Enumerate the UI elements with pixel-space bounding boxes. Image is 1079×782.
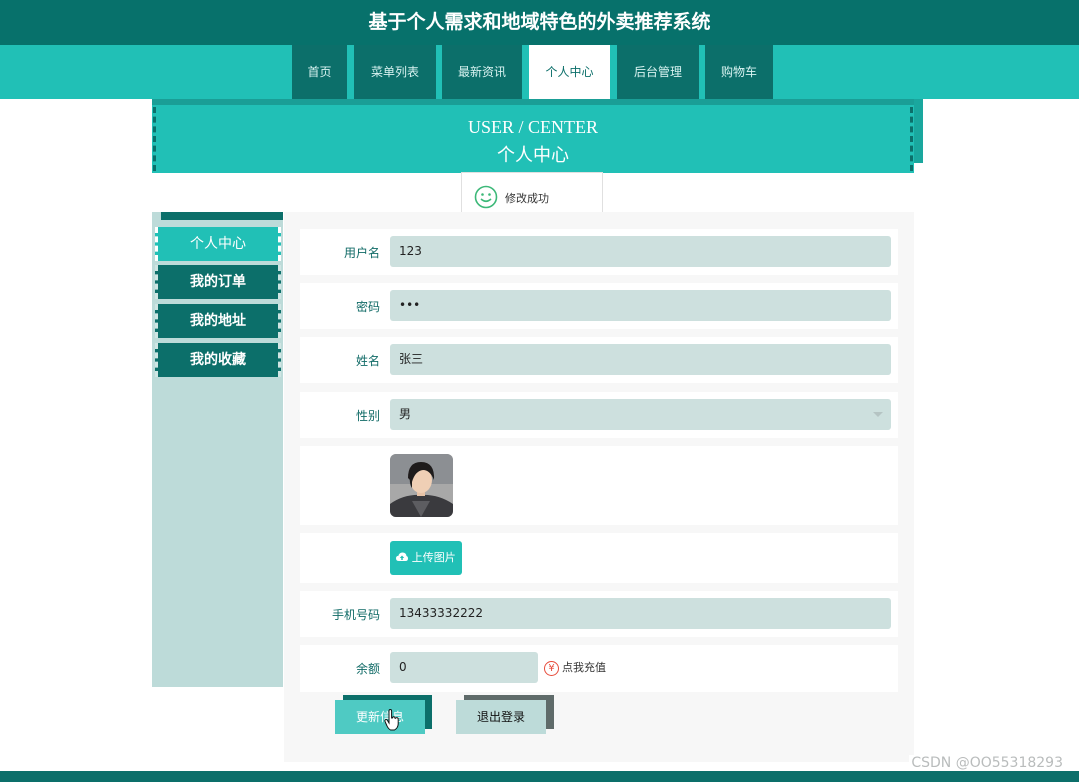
- phone-label: 手机号码: [331, 608, 380, 622]
- banner-title-cn: 个人中心: [497, 145, 569, 165]
- recharge-label: 点我充值: [562, 661, 606, 674]
- hand-cursor-icon: [384, 709, 399, 731]
- form-row-name: 姓名 张三: [300, 337, 898, 383]
- username-input[interactable]: 123: [390, 236, 891, 267]
- toast-message: 修改成功: [505, 192, 549, 205]
- gender-value: 男: [399, 407, 412, 421]
- form-row-username: 用户名 123: [300, 229, 898, 275]
- recharge-link[interactable]: ¥ 点我充值: [544, 659, 606, 676]
- yen-icon: ¥: [544, 661, 559, 676]
- form-row-phone: 手机号码 13433332222: [300, 591, 898, 637]
- form-row-avatar: [300, 446, 898, 525]
- footer-bar: [0, 771, 1079, 782]
- nav-admin[interactable]: 后台管理: [617, 45, 699, 99]
- banner-title-en: USER / CENTER: [467, 117, 598, 137]
- chevron-down-icon: [873, 412, 883, 417]
- gender-label: 性别: [355, 409, 380, 423]
- nav-home[interactable]: 首页: [292, 45, 347, 99]
- main-nav: 首页 菜单列表 最新资讯 个人中心 后台管理 购物车: [0, 45, 1079, 99]
- form-row-gender: 性别 男: [300, 392, 898, 438]
- upload-image-button[interactable]: 上传图片: [390, 541, 462, 575]
- sidebar-item-addresses[interactable]: 我的地址: [155, 304, 281, 338]
- balance-label: 余额: [355, 662, 380, 676]
- sidebar-item-favorites[interactable]: 我的收藏: [155, 343, 281, 377]
- page-banner: USER / CENTER 个人中心: [152, 99, 914, 173]
- name-input[interactable]: 张三: [390, 344, 891, 375]
- username-label: 用户名: [343, 246, 380, 260]
- upload-image-label: 上传图片: [411, 551, 456, 564]
- watermark: CSDN @OO55318293: [909, 755, 1065, 771]
- password-label: 密码: [355, 300, 380, 314]
- sidebar-cap: [161, 212, 283, 220]
- avatar-image: [390, 454, 453, 517]
- sidebar-item-orders[interactable]: 我的订单: [155, 265, 281, 299]
- nav-news[interactable]: 最新资讯: [442, 45, 522, 99]
- phone-input[interactable]: 13433332222: [390, 598, 891, 629]
- profile-form: 用户名 123 密码 ••• 姓名 张三 性别 男 上传图片 手机号码 1343…: [284, 212, 914, 762]
- user-sidebar: 个人中心 我的订单 我的地址 我的收藏: [152, 212, 283, 687]
- smile-icon: [474, 185, 498, 209]
- name-label: 姓名: [355, 354, 380, 368]
- cloud-upload-icon: [396, 552, 409, 561]
- form-row-password: 密码 •••: [300, 283, 898, 329]
- sidebar-item-user-center[interactable]: 个人中心: [155, 227, 281, 261]
- form-row-balance: 余额 0 ¥ 点我充值: [300, 645, 898, 692]
- avatar: [390, 454, 453, 517]
- gender-select[interactable]: 男: [390, 399, 891, 430]
- nav-cart[interactable]: 购物车: [705, 45, 773, 99]
- balance-input: 0: [390, 652, 538, 683]
- form-row-upload: 上传图片: [300, 533, 898, 583]
- logout-button[interactable]: 退出登录: [456, 700, 546, 734]
- banner-top-stripe: [152, 99, 914, 105]
- password-input[interactable]: •••: [390, 290, 891, 321]
- nav-menu-list[interactable]: 菜单列表: [354, 45, 436, 99]
- nav-user-center[interactable]: 个人中心: [529, 45, 610, 99]
- site-title: 基于个人需求和地域特色的外卖推荐系统: [0, 0, 1079, 45]
- update-info-button[interactable]: 更新信息: [335, 700, 425, 734]
